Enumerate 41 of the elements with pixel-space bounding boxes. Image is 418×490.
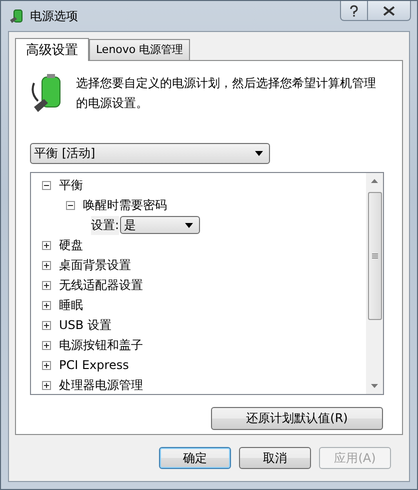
tree-item[interactable]: PCI Express: [59, 358, 129, 372]
battery-plug-icon: [9, 8, 25, 24]
tab[interactable]: Lenovo 电源管理: [89, 39, 190, 60]
tab[interactable]: 高级设置: [15, 38, 89, 61]
expand-icon[interactable]: [42, 380, 51, 390]
restore-defaults-button[interactable]: 还原计划默认值(R): [211, 407, 383, 430]
tree-item[interactable]: 电源按钮和盖子: [59, 336, 143, 354]
expand-icon[interactable]: [42, 260, 51, 270]
expand-icon[interactable]: [42, 240, 51, 250]
expand-icon[interactable]: [42, 280, 51, 290]
scroll-down-icon[interactable]: [371, 384, 378, 388]
dialog-button[interactable]: 取消: [239, 447, 311, 469]
tree-item[interactable]: 硬盘: [59, 236, 83, 254]
tree-item[interactable]: 处理器电源管理: [59, 376, 143, 394]
tree-item[interactable]: 无线适配器设置: [59, 276, 143, 294]
expand-icon[interactable]: [42, 300, 51, 310]
caret-icon: [185, 222, 194, 228]
tree-item[interactable]: USB 设置: [59, 316, 112, 334]
close-icon: [383, 6, 395, 16]
collapse-icon[interactable]: [42, 180, 51, 190]
tree-item[interactable]: 睡眠: [59, 296, 83, 314]
help-icon: [349, 4, 359, 16]
dialog-button[interactable]: 确定: [159, 447, 231, 469]
collapse-icon[interactable]: [66, 200, 75, 210]
setting-label: 设置:: [91, 216, 120, 234]
tree-item[interactable]: 桌面背景设置: [59, 256, 131, 274]
expand-icon[interactable]: [42, 320, 51, 330]
scroll-up-icon[interactable]: [371, 179, 378, 183]
close-button[interactable]: [368, 1, 411, 21]
tree-item[interactable]: 平衡: [59, 176, 83, 194]
expand-icon[interactable]: [42, 340, 51, 350]
help-button[interactable]: [340, 1, 368, 21]
grip-icon: [372, 252, 378, 258]
description-text: 选择您要自定义的电源计划，然后选择您希望计算机管理的电源设置。: [76, 75, 376, 112]
scrollbar[interactable]: [366, 173, 383, 394]
tree-item[interactable]: 唤醒时需要密码: [83, 196, 167, 214]
window-title: 电源选项: [30, 8, 78, 24]
setting-dropdown[interactable]: 是: [120, 216, 200, 234]
plan-dropdown[interactable]: 平衡 [活动]: [30, 143, 270, 164]
expand-icon[interactable]: [42, 360, 51, 370]
caret-icon: [255, 151, 263, 156]
